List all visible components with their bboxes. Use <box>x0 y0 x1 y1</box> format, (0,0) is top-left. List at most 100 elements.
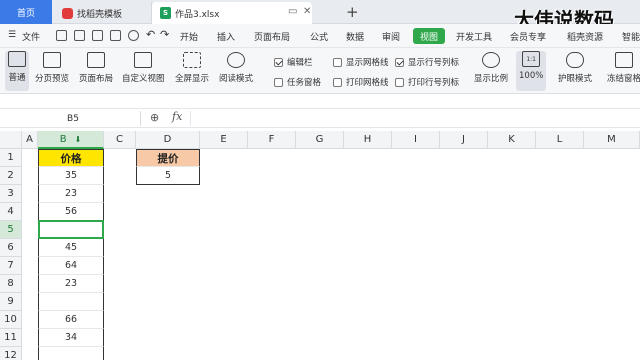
custom-view-label: 自定义视图 <box>122 74 165 84</box>
row-header[interactable]: 4 <box>0 203 22 221</box>
fullscreen-button[interactable]: 全屏显示 <box>175 52 209 84</box>
show-headings-checkbox[interactable]: 显示行号列标 <box>395 56 459 68</box>
row-header[interactable]: 10 <box>0 311 22 329</box>
cell-b7[interactable]: 64 <box>38 257 104 275</box>
print-preview-icon[interactable] <box>92 30 103 41</box>
redo-icon[interactable]: ↷ <box>160 28 169 41</box>
cell-b12[interactable] <box>38 347 104 360</box>
cell-b3[interactable]: 23 <box>38 185 104 203</box>
checkbox-label: 显示网格线 <box>346 58 389 68</box>
print-gridlines-checkbox[interactable]: 打印网格线 <box>333 76 389 88</box>
col-header-b[interactable]: B ⬇ <box>38 131 104 149</box>
zoom-button[interactable]: 显示比例 <box>474 52 508 84</box>
row-header[interactable]: 8 <box>0 275 22 293</box>
normal-view-button[interactable]: 普通 <box>5 51 29 91</box>
fx-icon[interactable]: fx <box>172 110 182 123</box>
docer-icon <box>62 7 73 19</box>
col-header-f[interactable]: F <box>248 131 296 149</box>
page-break-preview-button[interactable]: 分页预览 <box>35 52 69 84</box>
hamburger-icon[interactable]: ☰ <box>8 30 16 40</box>
cell-d2[interactable]: 5 <box>136 167 200 185</box>
col-header-h[interactable]: H <box>344 131 392 149</box>
eye-protection-button[interactable]: 护眼模式 <box>558 52 592 84</box>
menu-file[interactable]: 文件 <box>22 30 40 43</box>
tab-close-icon[interactable]: ✕ <box>303 6 311 17</box>
undo-icon[interactable]: ↶ <box>146 28 155 41</box>
row-header[interactable]: 1 <box>0 149 22 167</box>
cell-b5-active[interactable] <box>38 220 104 239</box>
window-restore-icon[interactable]: ▭ <box>288 6 297 17</box>
menu-view[interactable]: 视图 <box>413 28 446 44</box>
col-header-c[interactable]: C <box>104 131 136 149</box>
select-all-corner[interactable] <box>0 131 22 149</box>
save-icon[interactable] <box>74 30 85 41</box>
freeze-panes-button[interactable]: 冻结窗格 <box>607 52 640 84</box>
show-gridlines-checkbox[interactable]: 显示网格线 <box>333 56 389 68</box>
row-header[interactable]: 7 <box>0 257 22 275</box>
checkbox-label: 打印行号列标 <box>408 78 460 88</box>
tab-docer[interactable]: 找稻壳模板 <box>52 2 152 24</box>
row-header[interactable]: 3 <box>0 185 22 203</box>
row-header[interactable]: 12 <box>0 347 22 360</box>
menu-member[interactable]: 会员专享 <box>510 30 546 43</box>
tab-home[interactable]: 首页 <box>0 0 52 24</box>
row-header[interactable]: 11 <box>0 329 22 347</box>
col-header-k[interactable]: K <box>488 131 536 149</box>
menu-developer[interactable]: 开发工具 <box>456 30 492 43</box>
menu-home[interactable]: 开始 <box>180 30 198 43</box>
zoom-100-button[interactable]: 1:1 100% <box>516 51 547 91</box>
menu-review[interactable]: 审阅 <box>382 30 400 43</box>
col-header-g[interactable]: G <box>296 131 344 149</box>
cell-d1-raise-header[interactable]: 提价 <box>136 149 200 167</box>
cell-b6[interactable]: 45 <box>38 239 104 257</box>
one-to-one-icon: 1:1 <box>522 51 541 67</box>
eye-icon <box>566 52 584 68</box>
cell-b10[interactable]: 66 <box>38 311 104 329</box>
zoom-magnifier-icon[interactable]: ⊕ <box>150 111 159 124</box>
menu-insert[interactable]: 插入 <box>217 30 235 43</box>
menu-docer-resources[interactable]: 稻壳资源 <box>567 30 603 43</box>
checkbox-label: 显示行号列标 <box>408 58 460 68</box>
col-header-e[interactable]: E <box>200 131 248 149</box>
col-header-i[interactable]: I <box>392 131 440 149</box>
cell-b2[interactable]: 35 <box>38 167 104 185</box>
print-headings-checkbox[interactable]: 打印行号列标 <box>395 76 459 88</box>
folder-icon[interactable] <box>56 30 67 41</box>
print-icon[interactable] <box>110 30 121 41</box>
page-layout-view-button[interactable]: 页面布局 <box>79 52 113 84</box>
custom-view-icon <box>134 52 153 68</box>
zoom-label: 显示比例 <box>474 74 509 84</box>
cell-b8[interactable]: 23 <box>38 275 104 293</box>
menu-page-layout[interactable]: 页面布局 <box>254 30 290 43</box>
menu-data[interactable]: 数据 <box>346 30 364 43</box>
col-header-b-label: B <box>59 133 67 145</box>
col-header-m[interactable]: M <box>584 131 640 149</box>
task-pane-checkbox[interactable]: 任务窗格 <box>274 76 321 88</box>
col-header-l[interactable]: L <box>536 131 584 149</box>
camera-icon[interactable] <box>128 30 139 41</box>
custom-view-button[interactable]: 自定义视图 <box>122 52 165 84</box>
cell-b9[interactable] <box>38 293 104 311</box>
formula-bar-checkbox[interactable]: 编辑栏 <box>274 56 313 68</box>
name-box[interactable]: B5 <box>8 111 138 126</box>
zoom-100-label: 100% <box>519 71 544 81</box>
col-header-a[interactable]: A <box>22 131 38 149</box>
reading-mode-button[interactable]: 阅读模式 <box>219 52 253 84</box>
row-header[interactable]: 9 <box>0 293 22 311</box>
view-ribbon: 普通 分页预览 页面布局 自定义视图 全屏显示 阅读模式 编辑栏 显示网格线 显… <box>0 48 640 94</box>
cell-b1-price-header[interactable]: 价格 <box>38 149 104 167</box>
new-tab-icon[interactable]: + <box>346 3 359 21</box>
checkbox-box <box>333 77 342 87</box>
menu-smart[interactable]: 智能 <box>622 30 640 43</box>
row-header[interactable]: 2 <box>0 167 22 185</box>
cell-b11[interactable]: 34 <box>38 329 104 347</box>
row-header[interactable]: 6 <box>0 239 22 257</box>
menu-formulas[interactable]: 公式 <box>310 30 328 43</box>
cell-b4[interactable]: 56 <box>38 203 104 221</box>
tab-file-label: 作品3.xlsx <box>175 9 220 20</box>
formula-input[interactable] <box>190 111 638 126</box>
row-header-selected[interactable]: 5 <box>0 221 22 239</box>
col-header-d[interactable]: D <box>136 131 200 149</box>
col-header-j[interactable]: J <box>440 131 488 149</box>
eye-protection-label: 护眼模式 <box>558 74 593 84</box>
